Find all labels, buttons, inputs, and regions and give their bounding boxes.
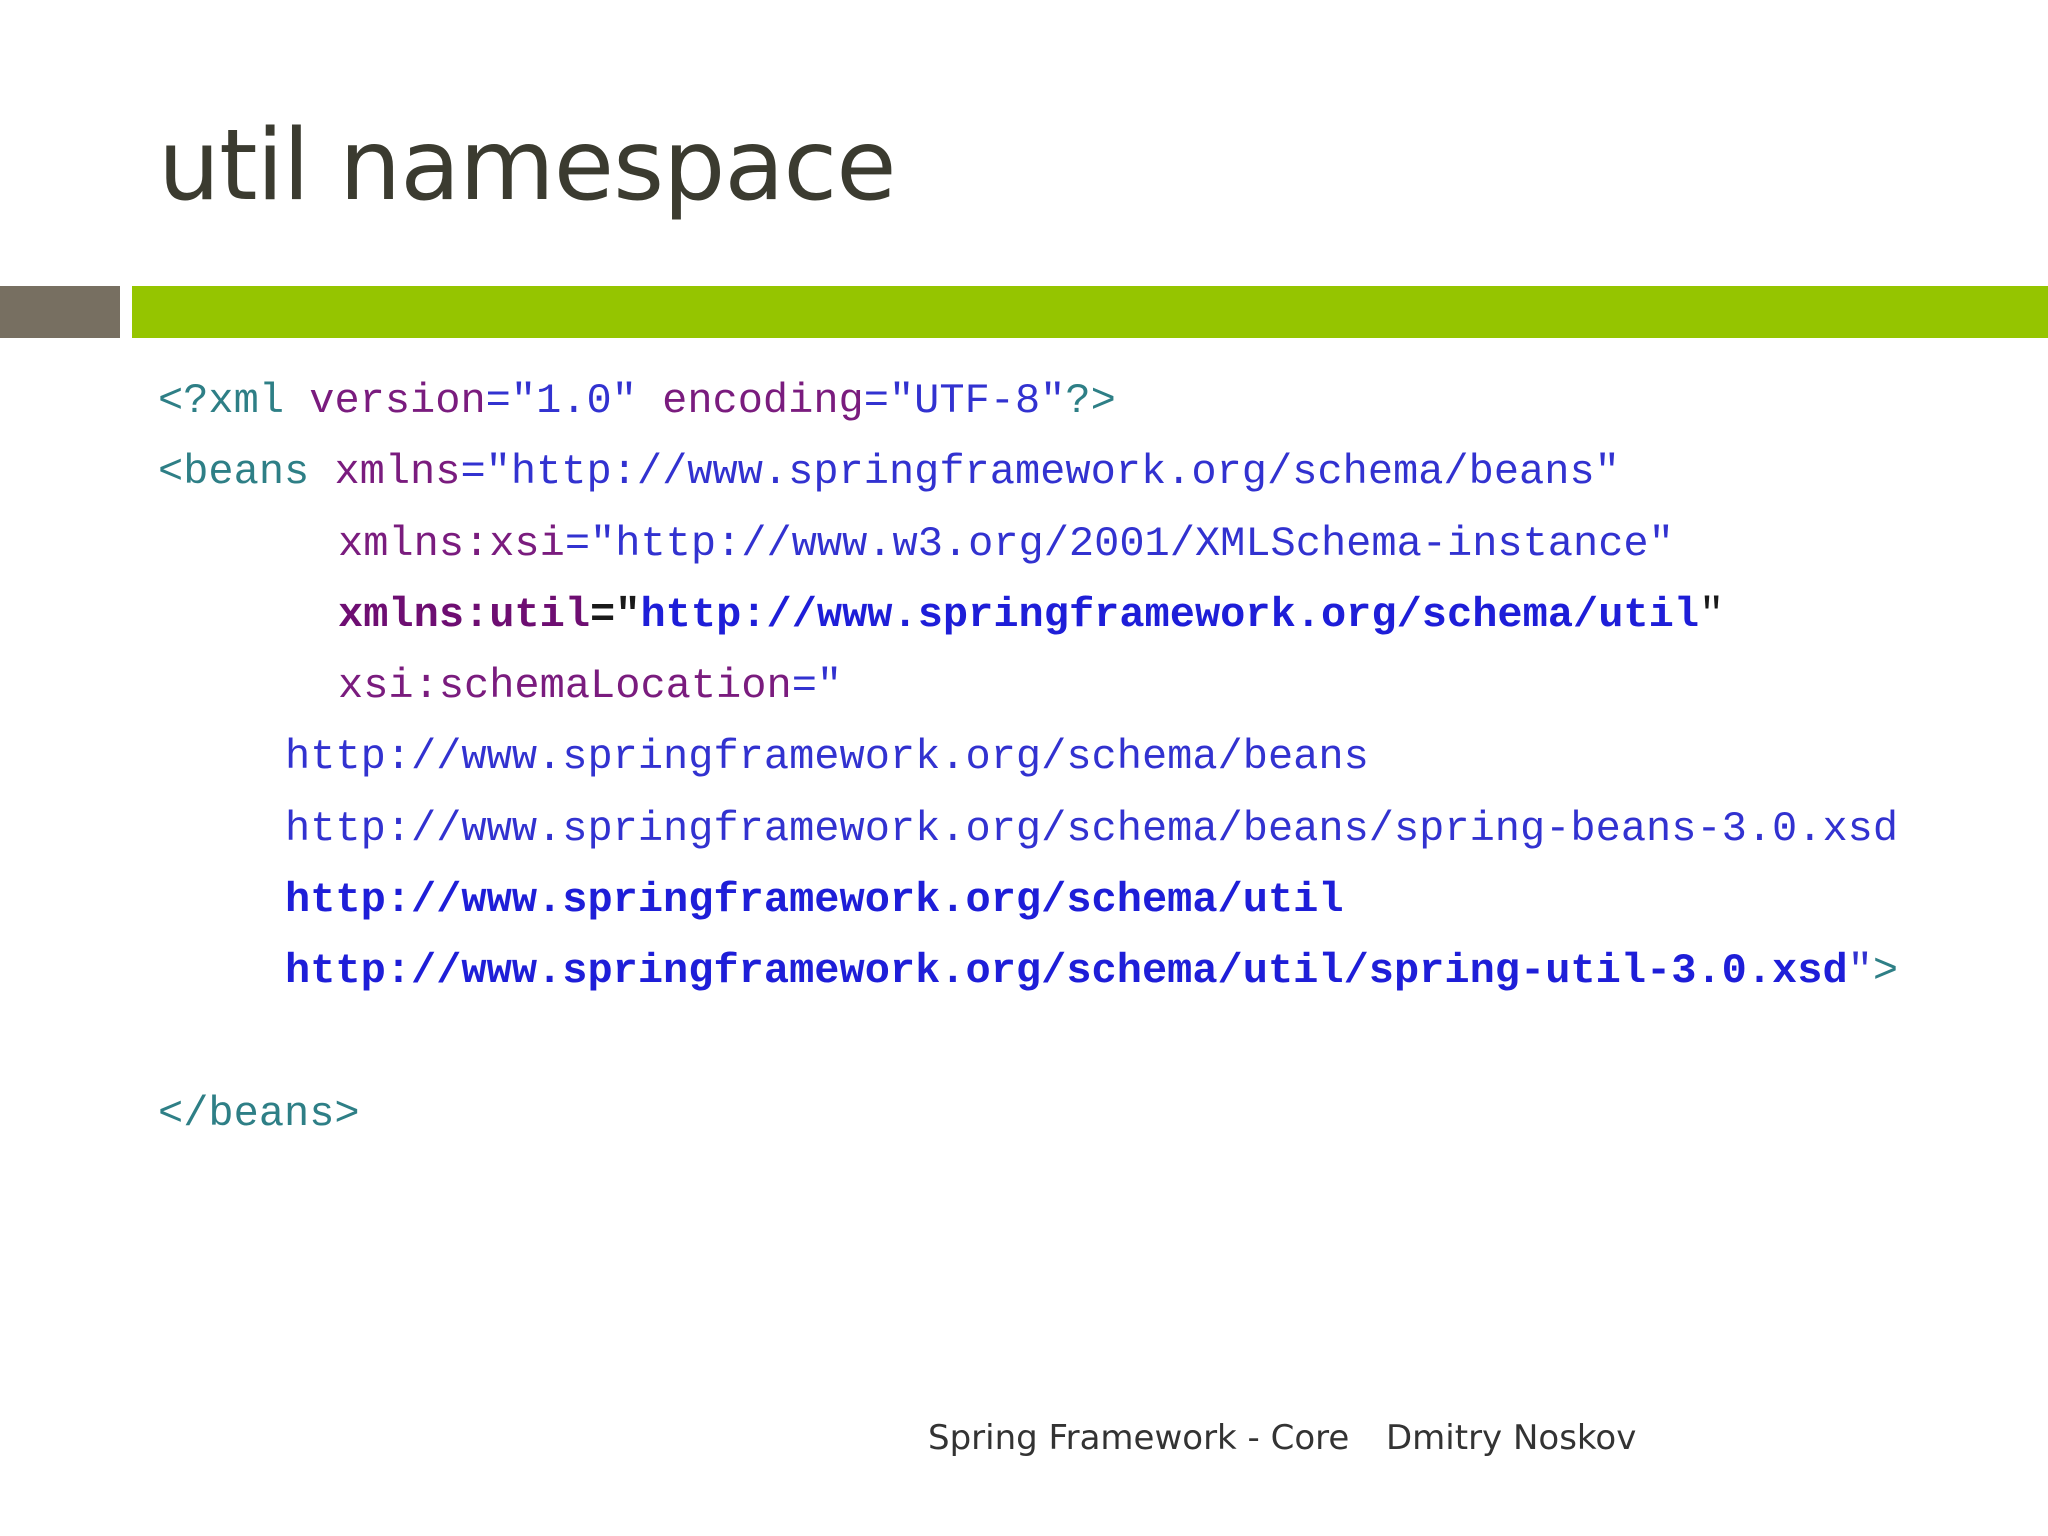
footer-course-name: Spring Framework - Core <box>928 1418 1350 1458</box>
code-line-beans-close: </beans> <box>158 1089 360 1138</box>
slide-title: util namespace <box>158 109 897 223</box>
code-line-util-xsd-uri: http://www.springframework.org/schema/ut… <box>285 947 1899 996</box>
code-line-beans-open: <beans xmlns="http://www.springframework… <box>158 448 1620 497</box>
code-line-xmlns-util: xmlns:util="http://www.springframework.o… <box>338 590 1725 639</box>
footer-author-name: Dmitry Noskov <box>1386 1418 1637 1458</box>
code-line-beans-namespace-uri: http://www.springframework.org/schema/be… <box>285 733 1369 782</box>
header-accent-gray-bar <box>0 286 120 338</box>
code-line-xmlns-xsi: xmlns:xsi="http://www.w3.org/2001/XMLSch… <box>338 519 1674 568</box>
code-line-beans-xsd-uri: http://www.springframework.org/schema/be… <box>285 804 1899 853</box>
code-line-xml-declaration: <?xml version="1.0" encoding="UTF-8"?> <box>158 377 1116 425</box>
xml-code-block: <?xml version="1.0" encoding="UTF-8"?> <… <box>158 366 1898 1150</box>
header-accent-green-bar <box>132 286 2048 338</box>
code-line-util-namespace-uri: http://www.springframework.org/schema/ut… <box>285 876 1344 925</box>
code-line-schema-location: xsi:schemaLocation=" <box>338 662 843 711</box>
